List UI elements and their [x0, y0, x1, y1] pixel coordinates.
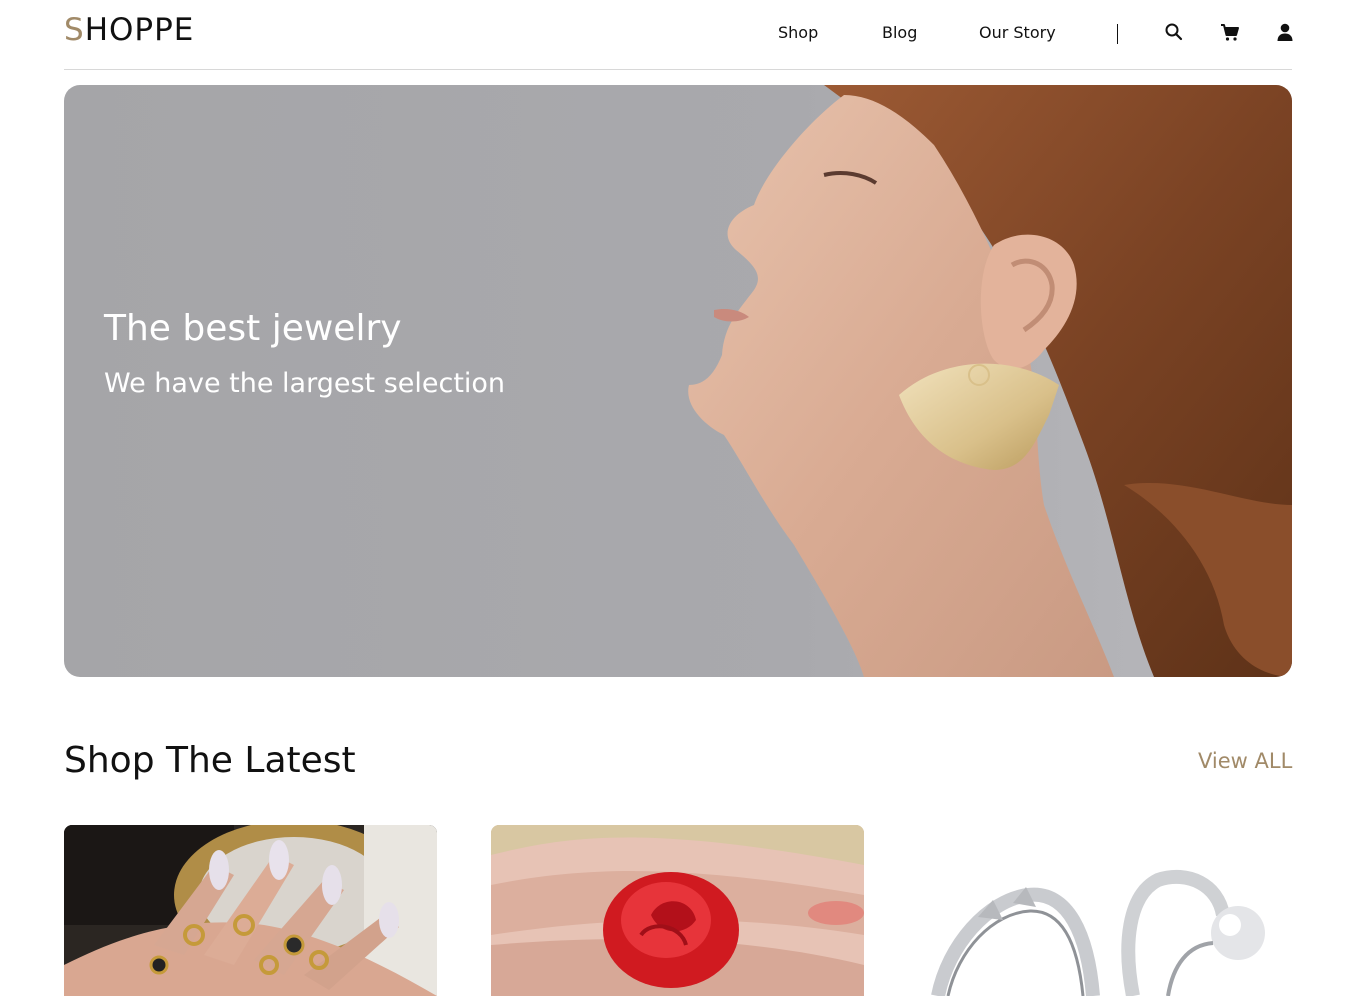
user-icon[interactable] [1275, 22, 1295, 42]
logo-text: HOPPE [84, 12, 195, 48]
product-image-red-rose-ring [491, 825, 864, 996]
section-title: Shop The Latest [64, 740, 356, 781]
page: SHOPPE Shop Blog Our Story The best jewe… [0, 0, 1360, 996]
nav-shop[interactable]: Shop [778, 23, 818, 42]
nav-divider [1117, 24, 1118, 44]
product-image-silver-rings [918, 825, 1291, 996]
logo-initial: S [64, 12, 85, 48]
product-image-rings-on-hand [64, 825, 437, 996]
product-card[interactable] [491, 825, 864, 996]
cart-icon[interactable] [1220, 22, 1240, 42]
nav-blog[interactable]: Blog [882, 23, 917, 42]
product-card[interactable] [918, 825, 1291, 996]
product-card[interactable] [64, 825, 437, 996]
logo[interactable]: SHOPPE [64, 12, 194, 48]
search-icon[interactable] [1164, 22, 1184, 42]
hero-banner: The best jewelry We have the largest sel… [64, 85, 1292, 677]
hero-title: The best jewelry [104, 308, 402, 349]
hero-subtitle: We have the largest selection [104, 368, 506, 399]
view-all-link[interactable]: View ALL [1198, 749, 1292, 773]
nav-our-story[interactable]: Our Story [979, 23, 1056, 42]
site-header: SHOPPE Shop Blog Our Story [64, 0, 1295, 70]
